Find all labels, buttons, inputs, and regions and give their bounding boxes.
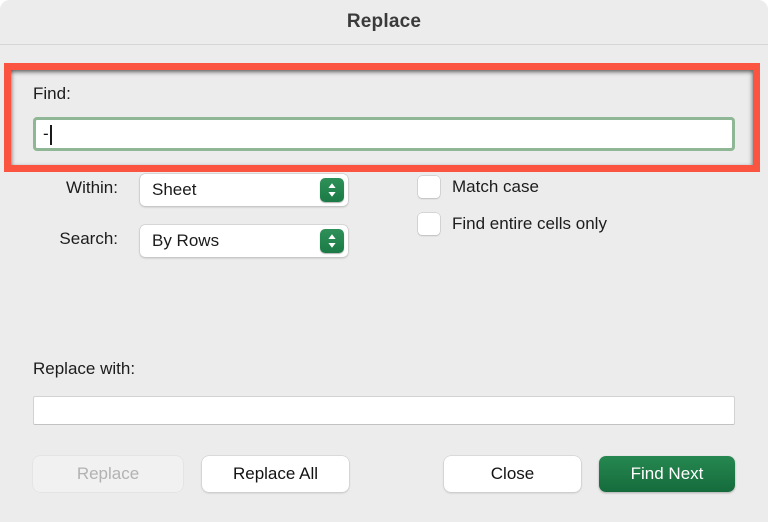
find-label: Find: [33,84,71,103]
find-input-value: - [43,123,49,143]
replace-with-label: Replace with: [33,359,136,378]
replace-button[interactable]: Replace [33,456,183,492]
find-entire-cells-checkbox[interactable] [418,213,440,235]
titlebar: Replace [0,0,768,45]
close-button[interactable]: Close [444,456,581,492]
search-dropdown-value: By Rows [152,231,220,250]
find-entire-cells-label: Find entire cells only [452,214,607,233]
search-label: Search: [59,229,118,248]
match-case-checkbox-row[interactable]: Match case [418,176,539,198]
window-title: Replace [346,11,422,32]
match-case-label: Match case [452,177,539,196]
replace-dialog-window: Replace Find: - Within: Sheet Search: By… [0,0,768,522]
within-dropdown[interactable]: Sheet [140,174,348,206]
within-label: Within: [66,178,118,197]
find-entire-cells-checkbox-row[interactable]: Find entire cells only [418,213,607,235]
replace-all-button[interactable]: Replace All [202,456,349,492]
chevron-up-down-icon[interactable] [320,229,344,253]
find-input[interactable]: - [33,117,735,151]
replace-with-input[interactable] [33,396,735,425]
match-case-checkbox[interactable] [418,176,440,198]
search-dropdown[interactable]: By Rows [140,225,348,257]
text-caret [49,125,52,145]
within-dropdown-value: Sheet [152,180,197,199]
find-next-button[interactable]: Find Next [599,456,735,492]
chevron-up-down-icon[interactable] [320,178,344,202]
